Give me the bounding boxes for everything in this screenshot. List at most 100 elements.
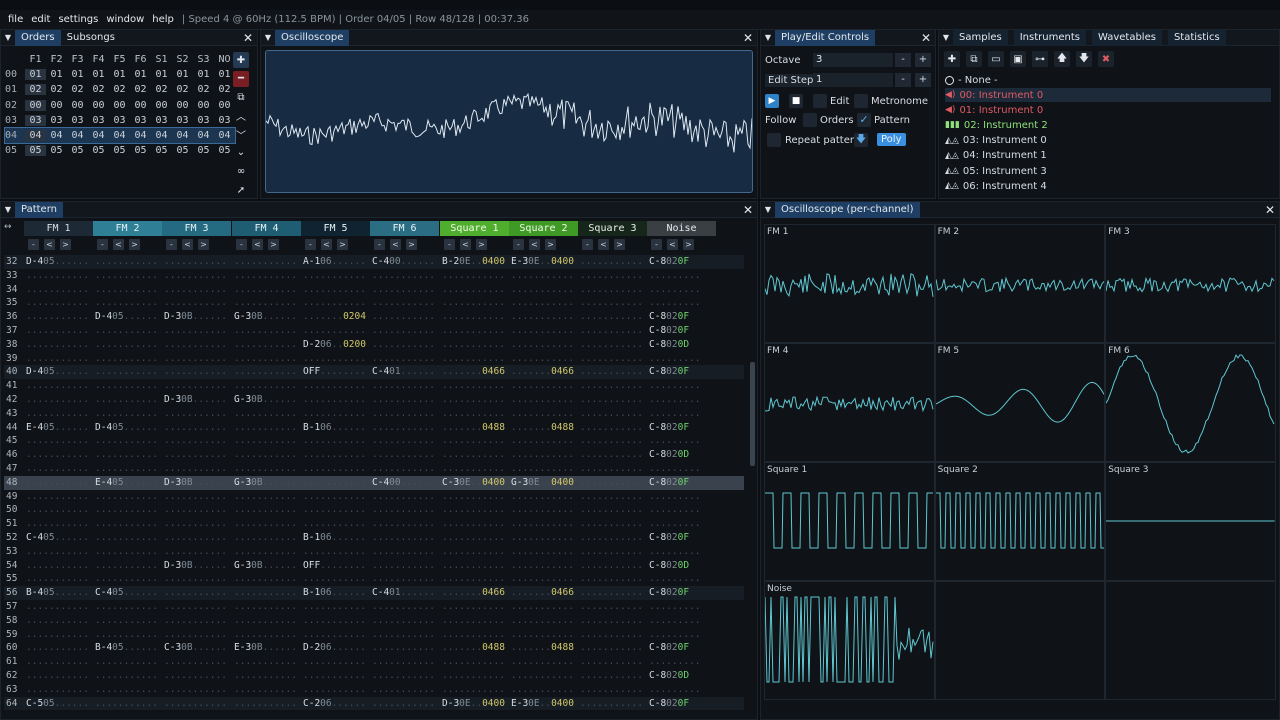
pattern-cell[interactable]: ........... bbox=[26, 324, 89, 338]
pattern-cell[interactable]: ........... bbox=[511, 559, 574, 573]
pattern-cell[interactable]: D-30B...... bbox=[164, 559, 227, 573]
pattern-cell[interactable]: C-206...... bbox=[303, 697, 366, 711]
pattern-cell[interactable]: ........... bbox=[303, 669, 366, 683]
pattern-cell[interactable]: ......... bbox=[649, 545, 701, 559]
pattern-cell[interactable]: ........... bbox=[164, 655, 227, 669]
order-cell[interactable]: 02 bbox=[172, 84, 193, 95]
order-cell[interactable]: 01 bbox=[214, 69, 235, 80]
pattern-cell[interactable]: ........... bbox=[26, 476, 89, 490]
pattern-cell[interactable]: ........... bbox=[95, 655, 158, 669]
pattern-cell[interactable]: ........... bbox=[511, 669, 574, 683]
pattern-cell[interactable]: ........... bbox=[580, 697, 643, 711]
pattern-cell[interactable]: ........... bbox=[303, 393, 366, 407]
pattern-cell[interactable]: ........... bbox=[26, 393, 89, 407]
pattern-cell[interactable]: ........... bbox=[580, 365, 643, 379]
pattern-cell[interactable]: ........... bbox=[511, 379, 574, 393]
pattern-cell[interactable]: ........... bbox=[442, 669, 505, 683]
editstep-input[interactable]: 1 bbox=[813, 73, 893, 87]
pattern-cell[interactable]: C-8020F bbox=[649, 586, 689, 600]
collapse-icon[interactable]: ▼ bbox=[761, 33, 775, 42]
order-cell[interactable]: 04 bbox=[130, 130, 151, 141]
pattern-cell[interactable]: C-505...... bbox=[26, 697, 89, 711]
prev-icon[interactable]: < bbox=[667, 239, 678, 250]
pattern-cell[interactable]: ........... bbox=[372, 614, 435, 628]
pattern-cell[interactable]: ........... bbox=[26, 628, 89, 642]
order-cell[interactable]: 01 bbox=[25, 69, 46, 81]
pattern-cell[interactable]: E-405...... bbox=[26, 421, 89, 435]
pattern-cell[interactable]: ........... bbox=[95, 283, 158, 297]
order-cell[interactable]: 03 bbox=[67, 115, 88, 126]
close-icon[interactable]: ✕ bbox=[743, 30, 753, 46]
collapse-icon[interactable]: ▼ bbox=[1, 205, 15, 214]
editstep-minus-button[interactable]: - bbox=[895, 73, 911, 87]
pattern-row[interactable]: 55......................................… bbox=[4, 572, 744, 586]
minus-icon[interactable]: - bbox=[28, 239, 39, 250]
pattern-cell[interactable]: ........... bbox=[511, 448, 574, 462]
pattern-cell[interactable]: ........... bbox=[95, 407, 158, 421]
pattern-cell[interactable]: ........... bbox=[372, 283, 435, 297]
order-cell[interactable]: 05 bbox=[67, 145, 88, 156]
pattern-cell[interactable]: ........... bbox=[442, 352, 505, 366]
pattern-cell[interactable]: ........... bbox=[164, 683, 227, 697]
pattern-cell[interactable]: D-206..0200 bbox=[303, 338, 366, 352]
tab-orders[interactable]: Orders bbox=[15, 29, 61, 46]
move-up-button[interactable]: ︿ bbox=[233, 108, 249, 124]
pattern-grid[interactable]: 32 D-405.................................… bbox=[4, 255, 744, 713]
pattern-cell[interactable]: ........... bbox=[164, 269, 227, 283]
pattern-cell[interactable]: ........... bbox=[511, 572, 574, 586]
order-cell[interactable]: 02 bbox=[67, 84, 88, 95]
pattern-cell[interactable]: ........... bbox=[303, 655, 366, 669]
pattern-cell[interactable]: G-30B...... bbox=[234, 476, 297, 490]
pattern-cell[interactable]: ........... bbox=[26, 572, 89, 586]
instrument-item[interactable]: ▮▮▮ 02: Instrument 2 bbox=[945, 118, 1271, 132]
prev-icon[interactable]: < bbox=[44, 239, 55, 250]
pattern-cell[interactable]: ........... bbox=[164, 365, 227, 379]
pattern-row[interactable]: 46......................................… bbox=[4, 448, 744, 462]
pattern-cell[interactable]: ........... bbox=[580, 324, 643, 338]
pattern-cell[interactable]: ........... bbox=[234, 490, 297, 504]
pattern-cell[interactable]: ........... bbox=[95, 545, 158, 559]
pattern-cell[interactable]: ........... bbox=[234, 407, 297, 421]
instrument-item[interactable]: ◭◬ 05: Instrument 3 bbox=[945, 164, 1271, 178]
pattern-cell[interactable]: ......... bbox=[649, 628, 701, 642]
pattern-cell[interactable]: ........... bbox=[442, 517, 505, 531]
pattern-cell[interactable]: ........... bbox=[164, 352, 227, 366]
pattern-cell[interactable]: ......... bbox=[649, 462, 701, 476]
pattern-cell[interactable]: ........... bbox=[580, 393, 643, 407]
pattern-cell[interactable]: ........... bbox=[95, 683, 158, 697]
pattern-cell[interactable]: ........... bbox=[580, 614, 643, 628]
pattern-cell[interactable]: E-405...... bbox=[95, 476, 158, 490]
pattern-cell[interactable]: .......0466 bbox=[442, 586, 505, 600]
order-cell[interactable]: 04 bbox=[46, 130, 67, 141]
order-cell[interactable]: 03 bbox=[109, 115, 130, 126]
pattern-cell[interactable]: ........... bbox=[442, 379, 505, 393]
pattern-cell[interactable]: C-400...... bbox=[372, 476, 435, 490]
pattern-cell[interactable]: ........... bbox=[511, 269, 574, 283]
pattern-cell[interactable]: ........... bbox=[372, 324, 435, 338]
minus-icon[interactable]: - bbox=[97, 239, 108, 250]
pattern-cell[interactable]: ........... bbox=[580, 434, 643, 448]
prev-icon[interactable]: < bbox=[113, 239, 124, 250]
pattern-row[interactable]: 62......................................… bbox=[4, 669, 744, 683]
pattern-cell[interactable]: ........... bbox=[372, 503, 435, 517]
pattern-cell[interactable]: ........... bbox=[26, 641, 89, 655]
order-cell[interactable]: 01 bbox=[109, 69, 130, 80]
pattern-row[interactable]: 52 C-405.................................… bbox=[4, 531, 744, 545]
pattern-cell[interactable]: C-400...... bbox=[372, 255, 435, 269]
pattern-cell[interactable]: ........... bbox=[511, 614, 574, 628]
pattern-cell[interactable]: ........... bbox=[95, 559, 158, 573]
minus-icon[interactable]: - bbox=[236, 239, 247, 250]
collapse-icon[interactable]: ▼ bbox=[261, 33, 275, 42]
pattern-cell[interactable]: ........... bbox=[580, 641, 643, 655]
minus-icon[interactable]: - bbox=[166, 239, 177, 250]
next-icon[interactable]: > bbox=[476, 239, 487, 250]
pattern-cell[interactable]: D-405...... bbox=[95, 310, 158, 324]
next-icon[interactable]: > bbox=[406, 239, 417, 250]
order-cell[interactable]: 00 bbox=[109, 100, 130, 111]
instrument-item[interactable]: ◀) 01: Instrument 0 bbox=[945, 103, 1271, 117]
pattern-cell[interactable]: ........... bbox=[26, 614, 89, 628]
pattern-cell[interactable]: ........... bbox=[95, 296, 158, 310]
pattern-cell[interactable]: ........... bbox=[95, 669, 158, 683]
channel-header[interactable]: FM 6 bbox=[370, 221, 439, 236]
collapse-icon[interactable]: ▼ bbox=[939, 33, 953, 42]
